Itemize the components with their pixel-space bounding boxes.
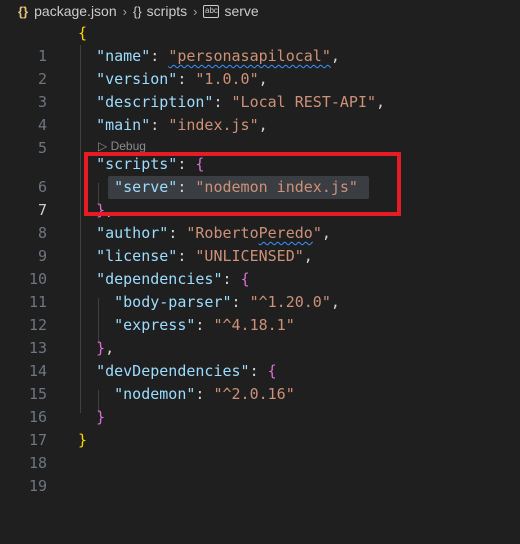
breadcrumb-file[interactable]: package.json [34, 3, 117, 19]
code-line-4: 4 "description": "Local REST-API", [0, 91, 520, 134]
breadcrumb-serve[interactable]: serve [224, 3, 258, 19]
line-number: 19 [28, 477, 47, 495]
code-line-11: 11 "dependencies": { [0, 268, 520, 311]
code-line-10: 10 "license": "UNLICENSED", [0, 245, 520, 288]
code-line-3: 3 "version": "1.0.0", [0, 68, 520, 111]
code-line-16: 16 "nodemon": "^2.0.16" [0, 383, 520, 426]
code-line-12: 12 "body-parser": "^1.20.0", [0, 291, 520, 334]
code-line-18: 18 } [0, 429, 520, 472]
annotation-highlight-box [84, 152, 401, 216]
json-file-icon: {} [18, 3, 29, 19]
code-editor[interactable]: 1 { 2 "name": "personasapilocal", 3 "ver… [0, 22, 520, 495]
code-line-2: 2 "name": "personasapilocal", [0, 45, 520, 88]
code-line-13: 13 "express": "^4.18.1" [0, 314, 520, 357]
code-line-1: 1 { [0, 22, 520, 65]
debug-label: Debug [110, 139, 146, 153]
play-icon: ▷ [98, 139, 111, 153]
code-line-19: 19 [0, 452, 520, 495]
code-line-14: 14 }, [0, 337, 520, 380]
breadcrumb-scripts[interactable]: scripts [147, 3, 187, 19]
object-icon: {} [132, 3, 142, 19]
chevron-right-icon: › [193, 3, 198, 19]
code-line-5: 5 "main": "index.js", [0, 114, 520, 157]
code-line-17: 17 } [0, 406, 520, 449]
breadcrumb: {} package.json › {} scripts › abc serve [0, 0, 520, 22]
code-line-15: 15 "devDependencies": { [0, 360, 520, 403]
code-line-9: 9 "author": "RobertoPeredo", [0, 222, 520, 265]
chevron-right-icon: › [122, 3, 127, 19]
string-icon: abc [203, 4, 220, 18]
